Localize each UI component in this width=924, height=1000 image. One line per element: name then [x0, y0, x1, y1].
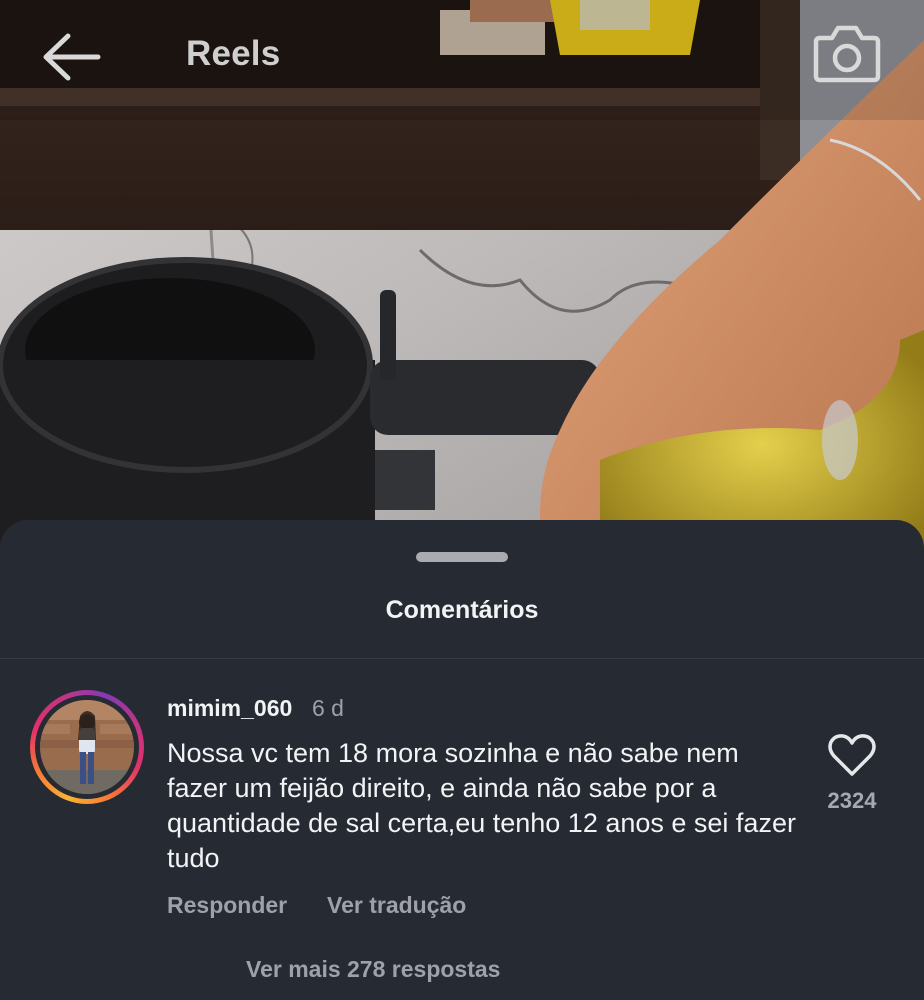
- comment-username[interactable]: mimim_060: [167, 695, 292, 722]
- camera-button[interactable]: [810, 20, 884, 86]
- reply-button[interactable]: Responder: [167, 892, 287, 919]
- back-button[interactable]: [38, 28, 104, 86]
- see-translation-button[interactable]: Ver tradução: [327, 892, 466, 919]
- sheet-drag-handle[interactable]: [416, 552, 508, 562]
- avatar[interactable]: [30, 690, 144, 804]
- avatar-image: [40, 700, 134, 794]
- comment-timestamp: 6 d: [312, 695, 344, 721]
- page-title: Reels: [186, 34, 281, 73]
- heart-outline-icon: [828, 734, 876, 776]
- comments-sheet: Comentários mimim_060 6 d Nossa vc tem 1…: [0, 520, 924, 1000]
- camera-icon: [813, 25, 881, 83]
- reels-header: Reels: [0, 0, 924, 110]
- like-count: 2324: [827, 788, 877, 813]
- comment-text: Nossa vc tem 18 mora sozinha e não sabe …: [167, 738, 796, 873]
- arrow-left-icon: [43, 33, 101, 81]
- like-comment-button[interactable]: [826, 732, 878, 778]
- divider: [0, 658, 924, 659]
- view-more-replies-button[interactable]: Ver mais 278 respostas: [246, 956, 500, 983]
- sheet-title: Comentários: [385, 596, 539, 624]
